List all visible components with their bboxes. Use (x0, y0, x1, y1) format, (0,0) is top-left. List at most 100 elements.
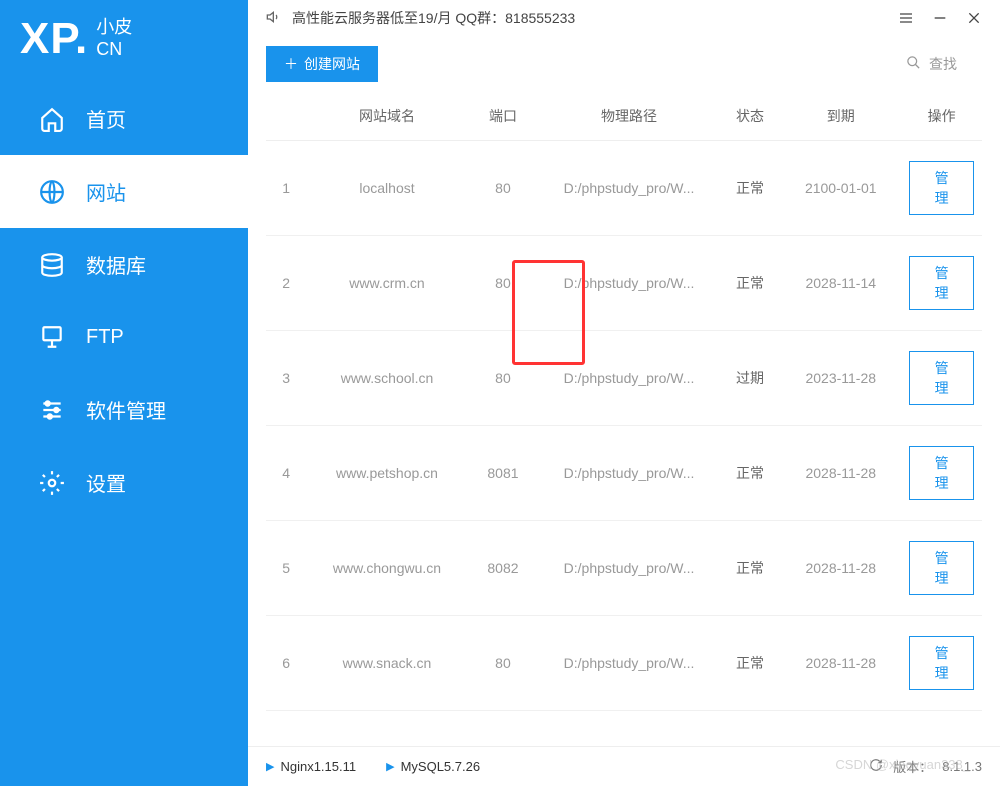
cell-status: 正常 (720, 236, 781, 331)
cell-path: D:/phpstudy_pro/W... (538, 331, 720, 426)
speaker-icon (266, 9, 282, 28)
cell-domain: www.snack.cn (306, 616, 467, 711)
database-icon (38, 251, 66, 279)
cell-status: 正常 (720, 426, 781, 521)
search-input[interactable]: 查找 (881, 47, 982, 81)
cell-action: 管理 (901, 141, 982, 236)
logo: XP. 小皮 CN (0, 0, 248, 82)
cell-port: 8081 (468, 426, 539, 521)
ftp-icon (38, 323, 66, 351)
search-icon (906, 55, 921, 73)
globe-icon (38, 178, 66, 206)
cell-path: D:/phpstudy_pro/W... (538, 521, 720, 616)
table-row[interactable]: 2 www.crm.cn 80 D:/phpstudy_pro/W... 正常 … (266, 236, 982, 331)
cell-port: 80 (468, 616, 539, 711)
table-row[interactable]: 5 www.chongwu.cn 8082 D:/phpstudy_pro/W.… (266, 521, 982, 616)
table-row[interactable]: 3 www.school.cn 80 D:/phpstudy_pro/W... … (266, 331, 982, 426)
nav-ftp[interactable]: FTP (0, 301, 248, 373)
table-row[interactable]: 1 localhost 80 D:/phpstudy_pro/W... 正常 2… (266, 141, 982, 236)
cell-action: 管理 (901, 521, 982, 616)
manage-button[interactable]: 管理 (909, 636, 974, 690)
cell-status: 正常 (720, 141, 781, 236)
cell-path: D:/phpstudy_pro/W... (538, 426, 720, 521)
cell-expire: 2023-11-28 (780, 331, 901, 426)
topbar: 高性能云服务器低至19/月 QQ群：818555233 (248, 0, 1000, 36)
cell-index: 6 (266, 616, 306, 711)
manage-button[interactable]: 管理 (909, 256, 974, 310)
manage-button[interactable]: 管理 (909, 351, 974, 405)
table-row[interactable]: 6 www.snack.cn 80 D:/phpstudy_pro/W... 正… (266, 616, 982, 711)
header-path: 物理路径 (538, 92, 720, 141)
logo-main: XP. (20, 14, 88, 64)
header-expire: 到期 (780, 92, 901, 141)
cell-expire: 2100-01-01 (780, 141, 901, 236)
cell-domain: www.crm.cn (306, 236, 467, 331)
cell-port: 80 (468, 236, 539, 331)
manage-button[interactable]: 管理 (909, 446, 974, 500)
table-header-row: 网站域名 端口 物理路径 状态 到期 操作 (266, 92, 982, 141)
nav-website[interactable]: 网站 (0, 155, 248, 228)
cell-action: 管理 (901, 616, 982, 711)
header-domain: 网站域名 (306, 92, 467, 141)
cell-expire: 2028-11-28 (780, 521, 901, 616)
cell-expire: 2028-11-28 (780, 426, 901, 521)
cell-domain: localhost (306, 141, 467, 236)
service-mysql[interactable]: ▶ MySQL5.7.26 (386, 759, 480, 774)
logo-sub: 小皮 CN (96, 17, 132, 60)
minimize-icon[interactable] (932, 10, 948, 26)
header-port: 端口 (468, 92, 539, 141)
gear-icon (38, 469, 66, 497)
nav-database[interactable]: 数据库 (0, 228, 248, 301)
menu-icon[interactable] (898, 10, 914, 26)
website-table: 网站域名 端口 物理路径 状态 到期 操作 1 localhost 80 D:/… (266, 92, 982, 711)
cell-index: 3 (266, 331, 306, 426)
cell-status: 正常 (720, 616, 781, 711)
nav-label: 软件管理 (86, 395, 166, 424)
nav-home[interactable]: 首页 (0, 82, 248, 155)
cell-port: 80 (468, 331, 539, 426)
nav-label: FTP (86, 326, 124, 349)
play-icon: ▶ (386, 760, 394, 773)
header-action: 操作 (901, 92, 982, 141)
cell-index: 1 (266, 141, 306, 236)
nav-label: 网站 (86, 177, 126, 206)
cell-domain: www.chongwu.cn (306, 521, 467, 616)
sidebar: XP. 小皮 CN 首页 网站 数据库 FTP 软件管理 (0, 0, 248, 786)
cell-expire: 2028-11-28 (780, 616, 901, 711)
cell-index: 2 (266, 236, 306, 331)
cell-expire: 2028-11-14 (780, 236, 901, 331)
plus-icon: ＋ (284, 54, 298, 74)
nav-label: 数据库 (86, 250, 146, 279)
close-icon[interactable] (966, 10, 982, 26)
play-icon: ▶ (266, 760, 274, 773)
cell-path: D:/phpstudy_pro/W... (538, 236, 720, 331)
main-content: 高性能云服务器低至19/月 QQ群：818555233 ＋ 创建网站 查找 (248, 0, 1000, 786)
cell-action: 管理 (901, 236, 982, 331)
statusbar: ▶ Nginx1.15.11 ▶ MySQL5.7.26 版本： 8.1.1.3… (248, 746, 1000, 786)
sliders-icon (38, 396, 66, 424)
watermark: CSDN @xiaoyuan338_ (835, 757, 970, 772)
table-row[interactable]: 4 www.petshop.cn 8081 D:/phpstudy_pro/W.… (266, 426, 982, 521)
announcement-text[interactable]: 高性能云服务器低至19/月 QQ群：818555233 (292, 8, 575, 28)
cell-action: 管理 (901, 331, 982, 426)
create-website-button[interactable]: ＋ 创建网站 (266, 46, 378, 82)
cell-status: 正常 (720, 521, 781, 616)
cell-status: 过期 (720, 331, 781, 426)
home-icon (38, 105, 66, 133)
cell-path: D:/phpstudy_pro/W... (538, 141, 720, 236)
manage-button[interactable]: 管理 (909, 161, 974, 215)
table-container: 网站域名 端口 物理路径 状态 到期 操作 1 localhost 80 D:/… (248, 92, 1000, 746)
cell-domain: www.petshop.cn (306, 426, 467, 521)
toolbar: ＋ 创建网站 查找 (248, 36, 1000, 92)
nav-software[interactable]: 软件管理 (0, 373, 248, 446)
nav-label: 设置 (86, 468, 126, 497)
header-status: 状态 (720, 92, 781, 141)
cell-path: D:/phpstudy_pro/W... (538, 616, 720, 711)
service-nginx[interactable]: ▶ Nginx1.15.11 (266, 759, 356, 774)
cell-port: 8082 (468, 521, 539, 616)
cell-port: 80 (468, 141, 539, 236)
nav-settings[interactable]: 设置 (0, 446, 248, 519)
cell-index: 4 (266, 426, 306, 521)
manage-button[interactable]: 管理 (909, 541, 974, 595)
cell-action: 管理 (901, 426, 982, 521)
